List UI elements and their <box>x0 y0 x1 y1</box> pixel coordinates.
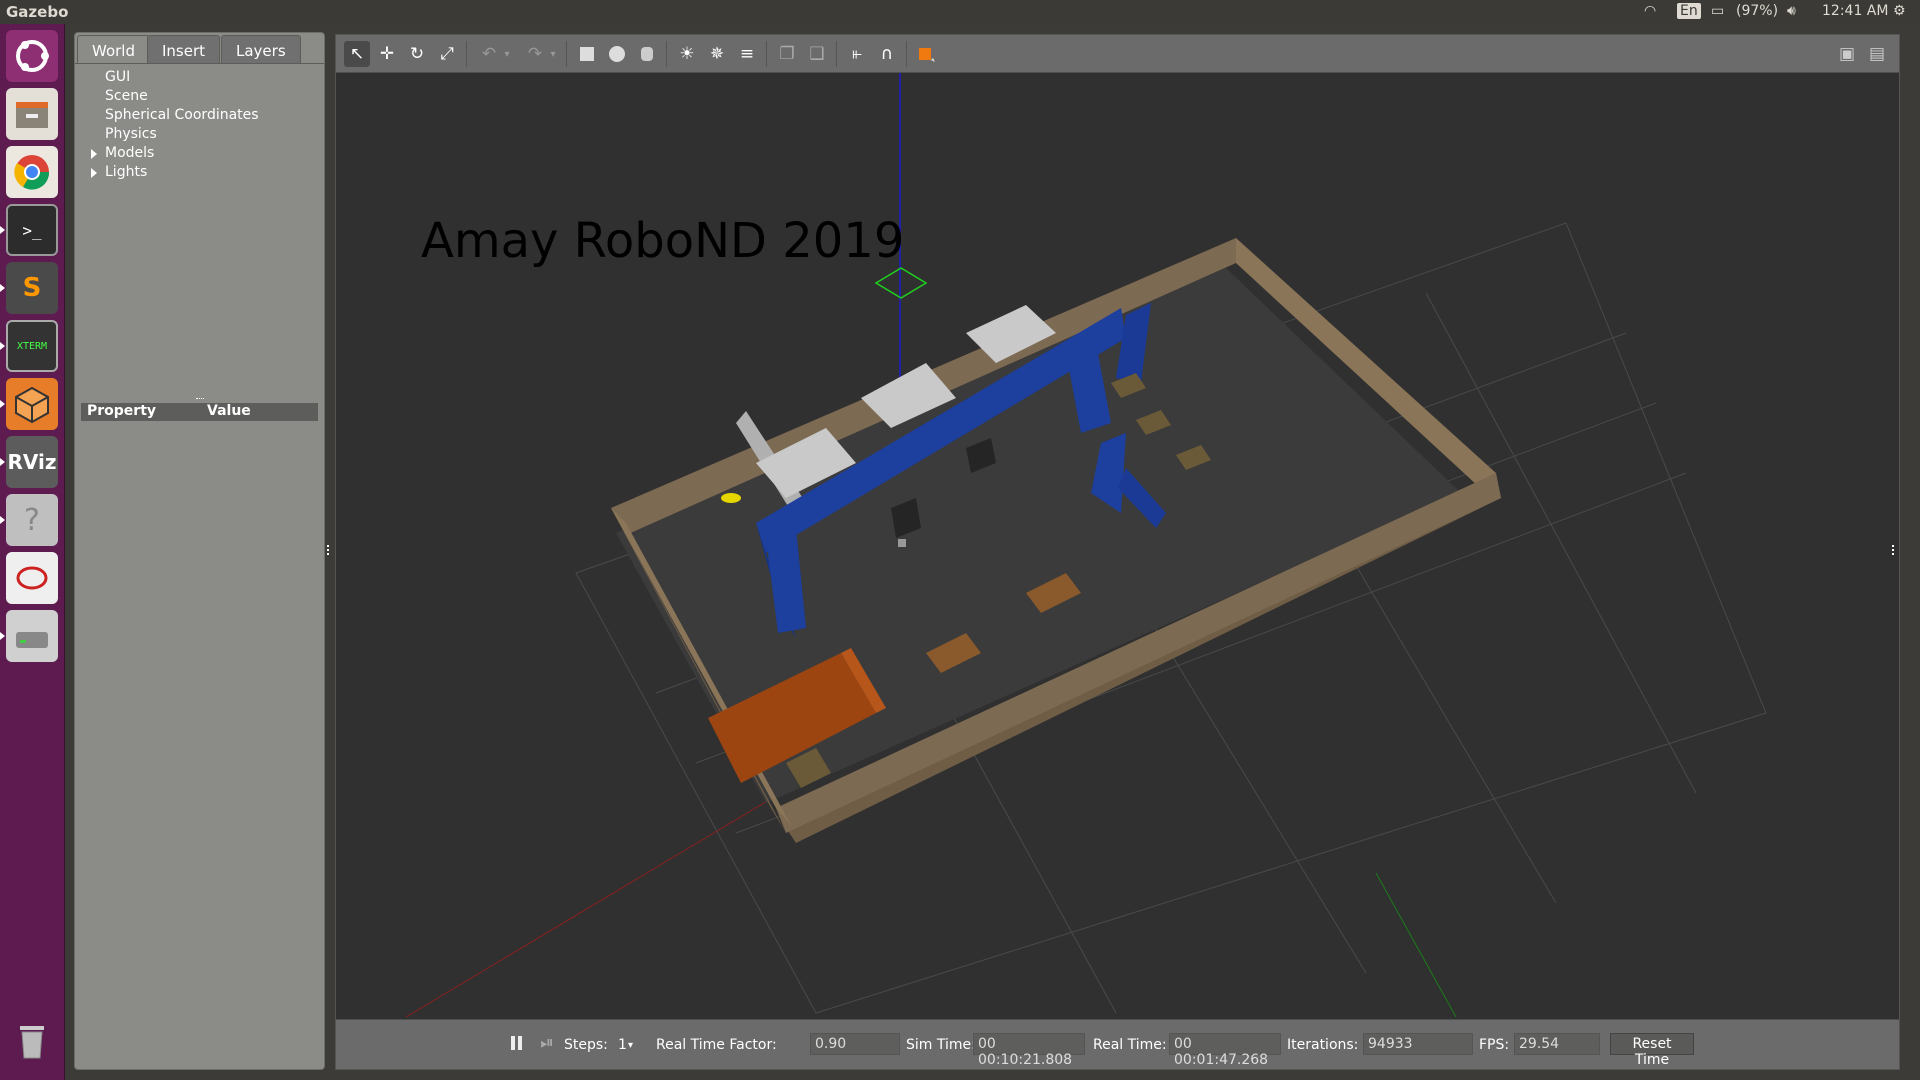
launcher-running-indicator <box>0 458 5 466</box>
expand-arrow-icon[interactable] <box>91 168 97 178</box>
steps-label: Steps: <box>564 1037 608 1053</box>
sphere-shape-icon[interactable] <box>604 41 630 67</box>
tab-insert[interactable]: Insert <box>147 35 221 63</box>
terminal-icon[interactable]: >_ <box>6 204 58 256</box>
select-mode-arrow-icon[interactable]: ↖ <box>344 41 370 67</box>
tree-item-models[interactable]: Models <box>105 145 154 161</box>
panel-resize-handle[interactable] <box>327 545 330 555</box>
change-view-icon[interactable] <box>914 41 940 67</box>
toolbar-separator <box>466 41 467 67</box>
battery-percentage[interactable]: (97%) <box>1736 3 1778 19</box>
step-forward-icon[interactable]: ⏯︎ <box>534 1030 560 1056</box>
tab-divider <box>75 63 324 64</box>
copy-icon[interactable]: ❐ <box>774 41 800 67</box>
toolbar-separator <box>666 41 667 67</box>
point-light-icon[interactable]: ☀ <box>674 41 700 67</box>
gazebo-icon[interactable] <box>6 378 58 430</box>
scale-mode-icon[interactable]: ⤢ <box>434 41 460 67</box>
directional-light-icon[interactable]: ≡ <box>734 41 760 67</box>
help-icon[interactable]: ? <box>6 494 58 546</box>
fps-label: FPS: <box>1479 1037 1510 1053</box>
tree-item-gui[interactable]: GUI <box>105 69 130 85</box>
fps-value: 29.54 <box>1514 1033 1600 1055</box>
snap-magnet-icon[interactable]: ∩ <box>874 41 900 67</box>
paste-icon[interactable]: ❑ <box>804 41 830 67</box>
sim-time-value: 00 00:10:21.808 <box>973 1033 1085 1068</box>
tab-world[interactable]: World <box>77 35 150 63</box>
box-shape-icon[interactable] <box>574 41 600 67</box>
spot-light-icon[interactable]: ✵ <box>704 41 730 67</box>
sublime-text-icon[interactable]: S <box>6 262 58 314</box>
steps-value[interactable]: 1 <box>618 1037 627 1053</box>
pause-icon[interactable] <box>504 1030 530 1056</box>
tab-layers[interactable]: Layers <box>221 35 301 63</box>
tree-item-scene[interactable]: Scene <box>105 88 148 104</box>
clock[interactable]: 12:41 AM <box>1822 3 1888 19</box>
volume-icon[interactable]: 🔊︎ <box>1787 3 1796 19</box>
ebook-viewer-icon[interactable] <box>6 552 58 604</box>
tree-item-physics[interactable]: Physics <box>105 126 157 142</box>
battery-icon[interactable]: ▭ <box>1711 3 1724 19</box>
launcher-running-indicator <box>0 284 5 292</box>
launcher-running-indicator <box>0 226 5 234</box>
launcher-running-indicator <box>0 632 5 640</box>
real-time-value: 00 00:01:47.268 <box>1169 1033 1281 1068</box>
align-icon[interactable]: ⫦ <box>844 41 870 67</box>
real-time-label: Real Time: <box>1093 1037 1167 1053</box>
toolbar-separator <box>766 41 767 67</box>
chrome-icon[interactable] <box>6 146 58 198</box>
real-time-factor-label: Real Time Factor: <box>656 1037 777 1053</box>
toolbar-separator <box>906 41 907 67</box>
undo-icon[interactable]: ↶ <box>476 41 502 67</box>
property-table-header: Property Value <box>81 403 318 421</box>
tree-item-spherical-coordinates[interactable]: Spherical Coordinates <box>105 107 259 123</box>
top-panel: Gazebo ◠ En ▭ (97%) 🔊︎ 12:41 AM ⚙ <box>0 0 1920 24</box>
cylinder-shape-icon[interactable] <box>634 41 660 67</box>
app-title: Gazebo <box>6 3 69 21</box>
value-column-header: Value <box>207 403 251 419</box>
robot-marker[interactable] <box>721 493 741 503</box>
launcher-running-indicator <box>0 400 5 408</box>
3d-scene[interactable]: Amay RoboND 2019 <box>336 73 1899 1018</box>
ubuntu-home-icon[interactable] <box>6 30 58 82</box>
steps-dropdown-icon[interactable]: ▾ <box>628 1040 633 1051</box>
screenshot-camera-icon[interactable]: ▣ <box>1834 41 1860 67</box>
redo-dropdown-icon[interactable]: ▾ <box>546 41 560 67</box>
log-data-icon[interactable]: ▤ <box>1864 41 1890 67</box>
world-panel: World Insert Layers GUI Scene Spherical … <box>74 32 329 1070</box>
redo-icon[interactable]: ↷ <box>522 41 548 67</box>
trash-icon[interactable] <box>6 1014 58 1066</box>
launcher-running-indicator <box>0 342 5 350</box>
rviz-icon[interactable]: RViz <box>6 436 58 488</box>
rotate-mode-icon[interactable]: ↻ <box>404 41 430 67</box>
files-icon[interactable] <box>6 88 58 140</box>
xterm-icon[interactable]: XTERM <box>6 320 58 372</box>
launcher-running-indicator <box>0 516 5 524</box>
robot-model[interactable] <box>898 539 906 547</box>
splitter-handle[interactable] <box>196 398 204 401</box>
reset-time-button[interactable]: Reset Time <box>1610 1033 1694 1068</box>
translate-mode-icon[interactable]: ✛ <box>374 41 400 67</box>
launcher: >_ S XTERM RViz ? <box>0 24 65 1080</box>
toolbar-separator <box>836 41 837 67</box>
disk-drive-icon[interactable] <box>6 610 58 662</box>
iterations-label: Iterations: <box>1287 1037 1359 1053</box>
iterations-value: 94933 <box>1363 1033 1473 1055</box>
sim-time-label: Sim Time: <box>906 1037 976 1053</box>
expand-arrow-icon[interactable] <box>91 149 97 159</box>
property-column-header: Property <box>87 403 157 419</box>
toolbar-separator <box>566 41 567 67</box>
keyboard-indicator[interactable]: En <box>1677 3 1701 19</box>
wifi-icon[interactable]: ◠ <box>1644 3 1656 19</box>
undo-dropdown-icon[interactable]: ▾ <box>500 41 514 67</box>
tree-item-lights[interactable]: Lights <box>105 164 147 180</box>
scene-overlay-title: Amay RoboND 2019 <box>421 213 905 269</box>
toolbar: ↖ ✛ ↻ ⤢ ↶ ▾ ↷ ▾ ☀ ✵ ≡ ❐ ❑ ⫦ ∩ ▣ ▤ <box>336 35 1899 73</box>
real-time-factor-value: 0.90 <box>810 1033 900 1055</box>
scene-viewport[interactable]: ↖ ✛ ↻ ⤢ ↶ ▾ ↷ ▾ ☀ ✵ ≡ ❐ ❑ ⫦ ∩ ▣ ▤ Amay R… <box>335 34 1900 1070</box>
status-bar: ⏯︎ Steps: 1 ▾ Real Time Factor: 0.90 Sim… <box>336 1019 1899 1069</box>
settings-gear-icon[interactable]: ⚙ <box>1893 3 1906 19</box>
right-panel-handle[interactable] <box>1892 545 1895 555</box>
